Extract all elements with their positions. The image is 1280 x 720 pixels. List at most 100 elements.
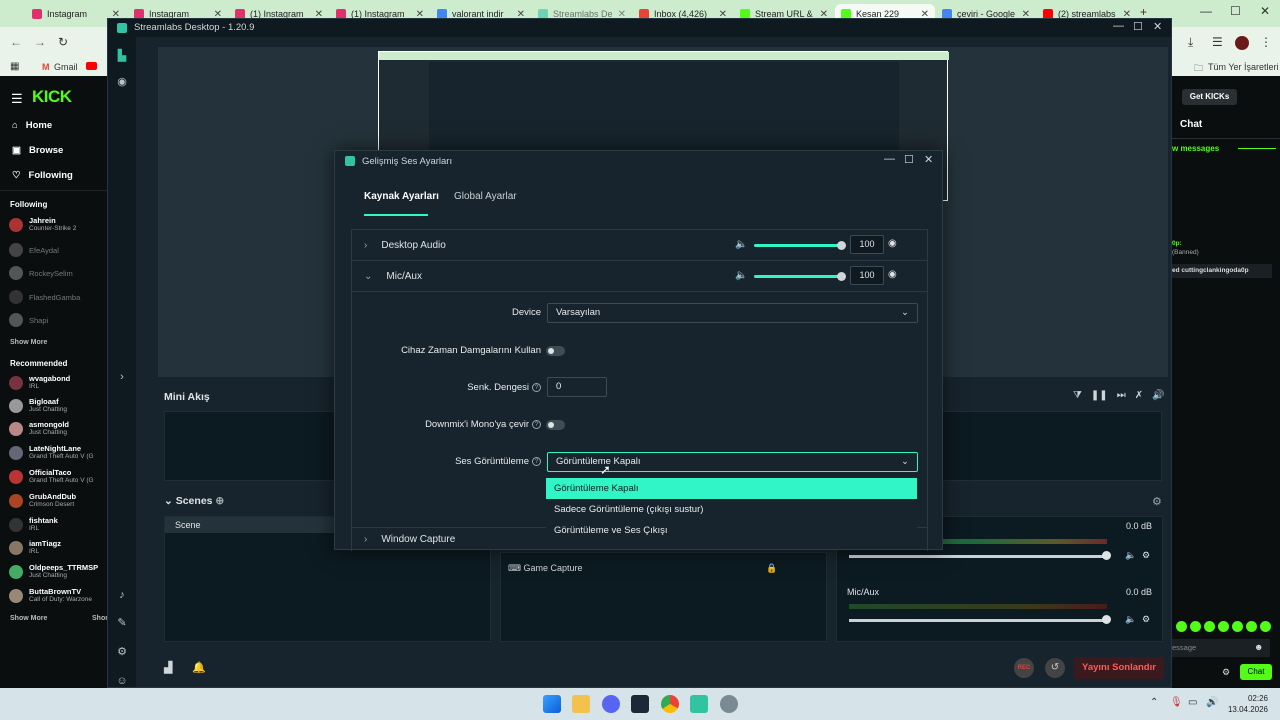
following-channel[interactable]: Jahrein Counter-Strike 2 xyxy=(9,216,76,233)
show-more-link[interactable]: Show More xyxy=(10,615,47,622)
emote-icon[interactable] xyxy=(1246,621,1257,632)
emote-icon[interactable] xyxy=(1176,621,1187,632)
extensions-icon[interactable]: ☰ xyxy=(1212,35,1223,49)
speaker-icon[interactable]: 🔈 xyxy=(735,270,747,281)
recommended-channel[interactable]: Bigloaaf Just Chatting xyxy=(9,397,67,414)
get-kicks-button[interactable]: Get KICKs xyxy=(1182,89,1237,105)
emote-icon[interactable] xyxy=(1190,621,1201,632)
volume-input[interactable]: 100 xyxy=(850,266,884,285)
recommended-channel[interactable]: Oldpeeps_TTRMSP Just Chatting xyxy=(9,563,98,580)
recommended-channel[interactable]: LateNightLane Grand Theft Auto V (G xyxy=(9,444,94,461)
slider-knob[interactable] xyxy=(1102,551,1111,560)
bookmark-gmail[interactable]: Gmail xyxy=(54,62,78,72)
gear-icon[interactable]: ⚙ xyxy=(115,645,129,659)
chevron-right-icon[interactable]: › xyxy=(364,240,367,251)
minimize-icon[interactable]: — xyxy=(1200,4,1212,18)
expand-icon[interactable]: › xyxy=(115,371,129,385)
minimize-icon[interactable]: — xyxy=(884,153,895,165)
speaker-icon[interactable]: 🔊 xyxy=(1152,390,1164,401)
monitor-option[interactable]: Görüntüleme Kapalı xyxy=(546,478,917,499)
emote-icon[interactable] xyxy=(1260,621,1271,632)
close-icon[interactable]: ✕ xyxy=(924,153,933,166)
timestamps-toggle[interactable] xyxy=(546,346,565,356)
volume-input[interactable]: 100 xyxy=(850,235,884,254)
close-icon[interactable]: ✕ xyxy=(1153,20,1162,33)
gear-icon[interactable]: ⚙ xyxy=(1142,550,1150,561)
recommended-channel[interactable]: fishtank IRL xyxy=(9,516,58,533)
pause-icon[interactable]: ❚❚ xyxy=(1091,390,1108,401)
skip-icon[interactable]: ⏭ xyxy=(1117,390,1126,401)
user-icon[interactable]: ☺ xyxy=(115,675,129,689)
recommended-channel[interactable]: ButtaBrownTV Call of Duty: Warzone xyxy=(9,587,92,604)
slider-knob[interactable] xyxy=(837,272,846,281)
source-item[interactable]: ⌨ Game Capture xyxy=(508,563,583,574)
settings-icon[interactable] xyxy=(720,695,738,713)
slider-knob[interactable] xyxy=(837,241,846,250)
monitor-option[interactable]: Görüntüleme ve Ses Çıkışı xyxy=(546,520,917,541)
help-icon[interactable]: ? xyxy=(532,456,541,466)
clock-date[interactable]: 13.04.2026 xyxy=(1224,705,1268,714)
chevron-right-icon[interactable]: › xyxy=(364,534,367,545)
steam-icon[interactable] xyxy=(631,695,649,713)
kick-logo[interactable]: KICK xyxy=(32,87,72,107)
recommended-channel[interactable]: asmongold Just Chatting xyxy=(9,420,69,437)
speaker-icon[interactable]: 🔈 xyxy=(735,239,747,250)
eye-icon[interactable]: ◉ xyxy=(888,238,897,249)
download-icon[interactable]: ⤓ xyxy=(1188,35,1193,50)
help-icon[interactable]: ? xyxy=(532,419,541,429)
tab-source-settings[interactable]: Kaynak Ayarları xyxy=(364,191,439,202)
volume-slider[interactable] xyxy=(754,244,842,247)
youtube-icon[interactable] xyxy=(86,62,97,70)
menu-icon[interactable]: ⋮ xyxy=(1260,35,1272,49)
gear-icon[interactable]: ⚙ xyxy=(1152,495,1162,508)
reload-icon[interactable]: ↻ xyxy=(58,35,68,49)
emote-icon[interactable] xyxy=(1218,621,1229,632)
replay-button[interactable]: ↺ xyxy=(1045,658,1065,678)
apps-icon[interactable]: ▦ xyxy=(10,61,19,72)
monitor-icon[interactable]: ▭ xyxy=(1188,697,1197,708)
volume-slider[interactable] xyxy=(754,275,842,278)
avatar[interactable] xyxy=(1235,36,1249,50)
recommended-channel[interactable]: iamTiagz IRL xyxy=(9,539,61,556)
all-bookmarks[interactable]: Tüm Yer İşaretleri xyxy=(1208,62,1279,72)
tiktok-icon[interactable]: ♪ xyxy=(115,589,129,603)
emoji-icon[interactable]: ☻ xyxy=(1254,642,1263,652)
gear-icon[interactable]: ⚙ xyxy=(1142,614,1150,625)
new-tab-button[interactable]: + xyxy=(1140,5,1147,19)
chrome-icon[interactable] xyxy=(661,695,679,713)
windows-start-icon[interactable] xyxy=(543,695,561,713)
following-channel[interactable]: Shapi xyxy=(9,313,48,327)
rec-button[interactable]: REC xyxy=(1014,658,1034,678)
gear-icon[interactable]: ⚙ xyxy=(1222,667,1230,678)
scene-item[interactable]: Scene xyxy=(165,517,335,533)
filter-icon[interactable]: ⧩ xyxy=(1073,390,1082,401)
minimize-icon[interactable]: — xyxy=(1113,20,1124,32)
tab-global-settings[interactable]: Global Ayarlar xyxy=(454,191,517,202)
eye-icon[interactable]: ◉ xyxy=(888,269,897,280)
speaker-icon[interactable]: 🔈 xyxy=(1125,550,1136,561)
volume-icon[interactable]: 🔊 xyxy=(1206,697,1218,708)
mic-icon[interactable]: 🎙 xyxy=(1170,697,1183,708)
show-more-link[interactable]: Show More xyxy=(10,339,47,346)
editor-icon[interactable]: ▙ xyxy=(115,49,129,63)
recommended-channel[interactable]: OfficialTaco Grand Theft Auto V (G xyxy=(9,468,94,485)
add-icon[interactable]: ⊕ xyxy=(215,495,224,507)
monitor-option[interactable]: Sadece Görüntüleme (çıkışı sustur) xyxy=(546,499,917,520)
chevron-down-icon[interactable]: ⌄ xyxy=(364,271,372,282)
following-channel[interactable]: RockeySelim xyxy=(9,266,73,280)
bell-icon[interactable]: 🔔 xyxy=(192,661,206,674)
nav-home[interactable]: ⌂ Home xyxy=(12,120,52,131)
discord-icon[interactable] xyxy=(602,695,620,713)
menu-icon[interactable]: ☰ xyxy=(11,91,23,107)
recommended-channel[interactable]: wvagabond IRL xyxy=(9,374,70,391)
following-channel[interactable]: FlashedGamba xyxy=(9,290,80,304)
nav-browse[interactable]: ▣ Browse xyxy=(12,145,63,156)
maximize-icon[interactable]: ☐ xyxy=(904,153,914,166)
volume-slider[interactable] xyxy=(849,555,1107,558)
recommended-channel[interactable]: GrubAndDub Crimson Desert xyxy=(9,492,76,509)
maximize-icon[interactable]: ☐ xyxy=(1230,4,1241,18)
send-chat-button[interactable]: Chat xyxy=(1240,664,1272,680)
back-icon[interactable]: ← xyxy=(10,35,22,49)
downmix-toggle[interactable] xyxy=(546,420,565,430)
nav-following[interactable]: ♡ Following xyxy=(12,170,73,181)
